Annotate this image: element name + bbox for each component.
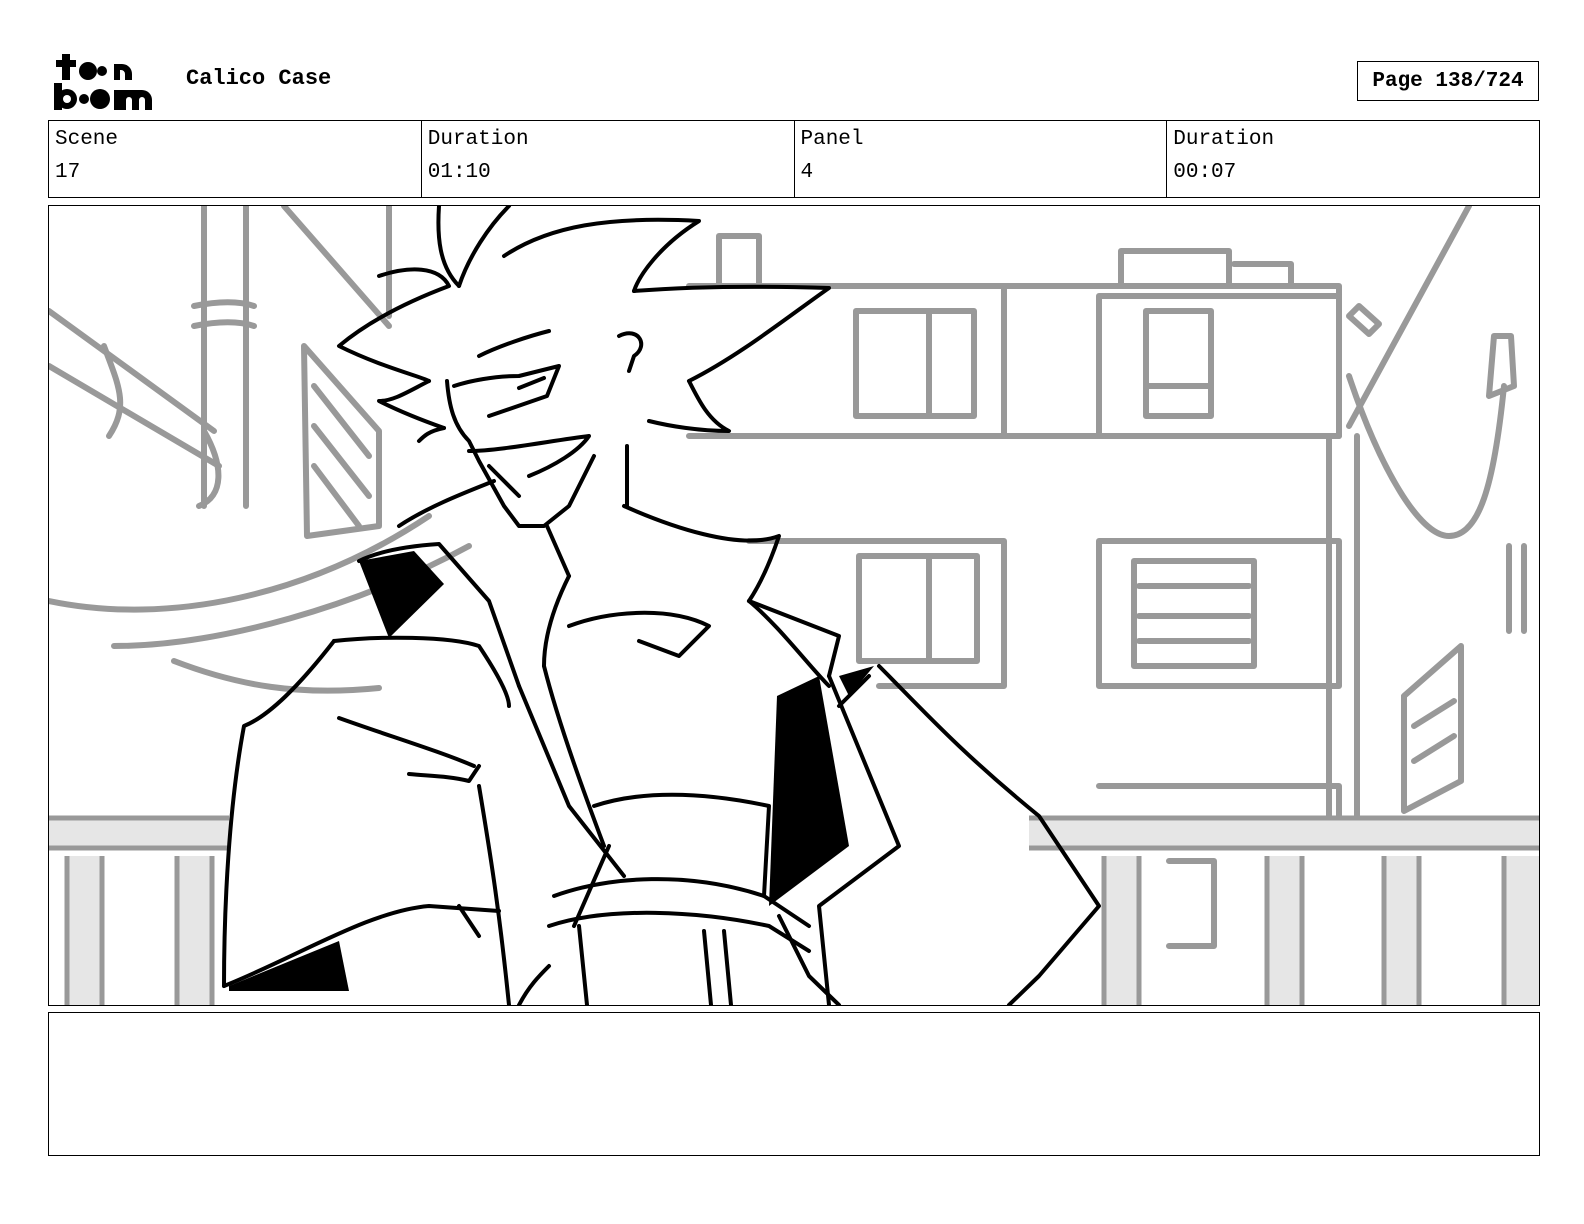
scene-cell: Scene 17	[49, 121, 421, 197]
panel-value: 4	[800, 161, 814, 184]
project-title: Calico Case	[186, 66, 332, 91]
scene-duration-value: 01:10	[427, 161, 491, 184]
panel-duration-label: Duration	[1173, 128, 1275, 151]
toonboom-logo	[50, 50, 166, 112]
storyboard-sketch	[49, 206, 1539, 1005]
scene-duration-cell: Duration 01:10	[420, 121, 794, 197]
panel-cell: Panel 4	[793, 121, 1167, 197]
scene-label: Scene	[55, 128, 119, 151]
scene-info-table: Scene 17 Duration 01:10 Panel 4 Duration…	[48, 120, 1540, 198]
page-counter: Page 138/724	[1357, 61, 1539, 101]
panel-notes-box	[48, 1012, 1540, 1156]
scene-duration-label: Duration	[427, 128, 529, 151]
scene-value: 17	[55, 161, 81, 184]
storyboard-panel	[48, 205, 1540, 1006]
panel-duration-cell: Duration 00:07	[1166, 121, 1539, 197]
character-sketch	[222, 206, 1101, 1005]
panel-duration-value: 00:07	[1173, 161, 1237, 184]
panel-label: Panel	[800, 128, 864, 151]
